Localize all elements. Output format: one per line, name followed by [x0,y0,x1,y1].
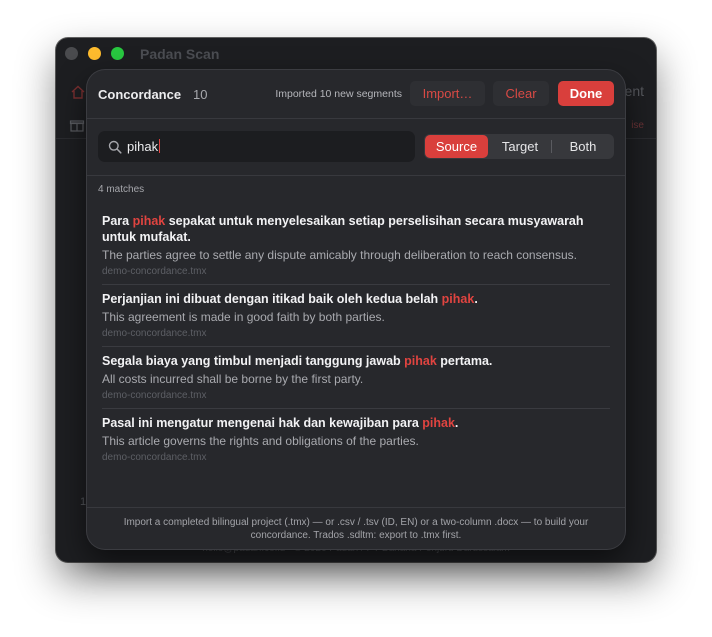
source-text: Pasal ini mengatur mengenai hak dan kewa… [102,416,423,430]
result-file: demo-concordance.tmx [102,328,207,339]
background-number: 1 [80,496,87,508]
result-file: demo-concordance.tmx [102,452,207,463]
result-source: Perjanjian ini dibuat dengan itikad baik… [102,291,610,307]
done-button[interactable]: Done [558,81,614,106]
search-input[interactable]: pihak [127,139,161,154]
match-count: 4 matches [98,184,145,195]
home-icon[interactable] [70,85,86,99]
result-source: Para pihak sepakat untuk menyelesaikan s… [102,213,610,245]
result-item[interactable]: Segala biaya yang timbul menjadi tanggun… [102,353,610,402]
match-highlight: pihak [422,416,455,430]
zoom-window-button[interactable] [111,47,124,60]
row-divider [102,284,610,285]
gift-icon[interactable] [69,118,85,132]
search-field[interactable]: pihak [98,131,415,162]
import-status: Imported 10 new segments [275,88,402,100]
result-item[interactable]: Pasal ini mengatur mengenai hak dan kewa… [102,415,610,464]
result-item[interactable]: Para pihak sepakat untuk menyelesaikan s… [102,213,610,278]
result-source: Segala biaya yang timbul menjadi tanggun… [102,353,610,369]
source-text: . [454,416,459,430]
result-file: demo-concordance.tmx [102,390,207,401]
source-text: pertama. [436,354,493,368]
text-cursor [159,139,161,153]
match-highlight: pihak [441,292,475,306]
result-target: The parties agree to settle any dispute … [102,248,577,262]
search-value: pihak [127,139,159,154]
sheet-title: Concordance [98,87,182,102]
result-target: This article governs the rights and obli… [102,434,419,448]
match-highlight: pihak [404,354,437,368]
scope-segmented-control: Source Target Both [424,134,614,159]
minimize-window-button[interactable] [88,47,101,60]
sheet-header: Concordance 10 Imported 10 new segments … [87,70,625,118]
scope-target-button[interactable]: Target [489,134,551,159]
header-divider [87,118,625,119]
import-button[interactable]: Import… [410,81,485,106]
background-link-fragment: ise [631,120,644,131]
concordance-sheet: Concordance 10 Imported 10 new segments … [87,70,625,549]
source-text: sepakat untuk menyelesaikan setiap perse… [102,214,584,244]
segment-count: 10 [193,87,208,102]
search-divider [87,175,625,176]
row-divider [102,408,610,409]
result-file: demo-concordance.tmx [102,266,207,277]
source-text: Segala biaya yang timbul menjadi tanggun… [102,354,405,368]
scope-source-button[interactable]: Source [425,135,488,158]
source-text: . [474,292,478,306]
match-highlight: pihak [132,214,166,228]
result-target: This agreement is made in good faith by … [102,310,385,324]
background-header-fragment: ent [624,83,644,99]
source-text: Perjanjian ini dibuat dengan itikad baik… [102,292,442,306]
close-window-button[interactable] [65,47,78,60]
result-item[interactable]: Perjanjian ini dibuat dengan itikad baik… [102,291,610,340]
result-target: All costs incurred shall be borne by the… [102,372,364,386]
title-bar: Padan Scan [56,38,656,72]
search-icon [108,140,122,154]
row-divider [102,346,610,347]
result-source: Pasal ini mengatur mengenai hak dan kewa… [102,415,610,431]
sheet-footer: Import a completed bilingual project (.t… [87,507,625,549]
import-help-text: Import a completed bilingual project (.t… [123,517,589,541]
app-title: Padan Scan [140,46,220,62]
source-text: Para [102,214,133,228]
clear-button[interactable]: Clear [493,81,549,106]
scope-both-button[interactable]: Both [552,134,614,159]
